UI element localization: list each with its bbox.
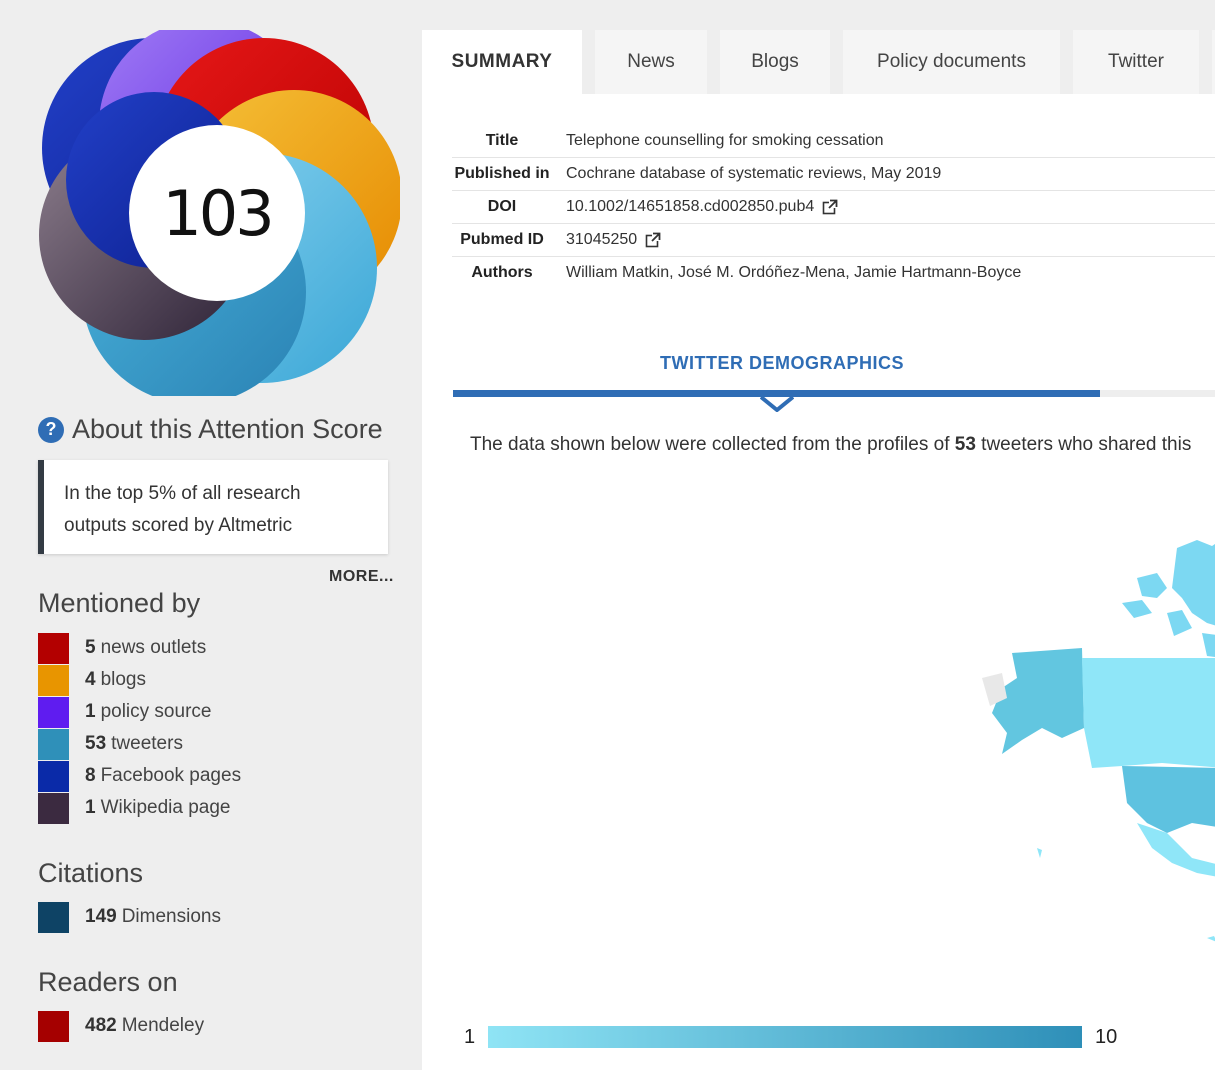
- mention-count: 53: [85, 733, 107, 754]
- legend-min-label: 1: [464, 1026, 476, 1048]
- meta-label-title: Title: [485, 132, 519, 149]
- mention-text: 482 Mendeley: [85, 1015, 204, 1037]
- meta-value-authors: William Matkin, José M. Ordóñez-Mena, Ja…: [566, 264, 1022, 281]
- mention-swatch: [38, 664, 69, 696]
- tab-blogs[interactable]: Blogs: [720, 30, 830, 94]
- mention-label: news outlets: [100, 637, 207, 658]
- mention-count: 1: [85, 701, 96, 722]
- mentioned-by-heading: Mentioned by: [38, 588, 201, 618]
- meta-label-pubmed: Pubmed ID: [460, 231, 544, 248]
- mention-item[interactable]: 4 blogs: [38, 664, 241, 696]
- mention-label: blogs: [100, 669, 146, 690]
- mention-item[interactable]: 149 Dimensions: [38, 901, 221, 933]
- mention-text: 53 tweeters: [85, 733, 183, 755]
- meta-row-published: Published in Cochrane database of system…: [452, 158, 1215, 191]
- attention-score: 103: [162, 176, 274, 250]
- tab-twitter[interactable]: Twitter: [1073, 30, 1199, 94]
- meta-row-doi: DOI 10.1002/14651858.cd002850.pub4: [452, 191, 1215, 224]
- mention-item[interactable]: 5 news outlets: [38, 632, 241, 664]
- twitter-demographics-heading: TWITTER DEMOGRAPHICS: [660, 353, 904, 373]
- doi-link[interactable]: 10.1002/14651858.cd002850.pub4: [566, 198, 814, 216]
- mention-count: 5: [85, 637, 96, 658]
- mention-item[interactable]: 8 Facebook pages: [38, 760, 241, 792]
- mention-text: 149 Dimensions: [85, 906, 221, 928]
- meta-label-doi: DOI: [487, 198, 517, 215]
- citation-list: 149 Dimensions: [38, 901, 221, 933]
- meta-row-title: Title Telephone counselling for smoking …: [452, 125, 1215, 158]
- mention-text: 8 Facebook pages: [85, 765, 241, 787]
- help-icon: ?: [38, 416, 64, 443]
- demographics-text-post: tweeters who shared this: [975, 434, 1192, 455]
- altmetric-donut[interactable]: 103: [34, 30, 400, 396]
- reader-list: 482 Mendeley: [38, 1010, 204, 1042]
- mention-count: 482: [85, 1015, 117, 1036]
- mention-list: 5 news outlets 4 blogs 1 policy source 53 tweet…: [38, 632, 241, 824]
- tab-news[interactable]: News: [595, 30, 707, 94]
- meta-value-published: Cochrane database of systematic reviews,…: [566, 165, 942, 182]
- mention-label: Dimensions: [121, 906, 221, 927]
- legend-max-label: 10: [1095, 1026, 1118, 1048]
- mention-swatch: [38, 901, 69, 933]
- mention-swatch: [38, 728, 69, 760]
- mention-swatch: [38, 632, 69, 664]
- about-score-label: About this Attention Score: [72, 414, 383, 444]
- mention-count: 4: [85, 669, 96, 690]
- world-map[interactable]: [962, 518, 1215, 978]
- mention-swatch: [38, 696, 69, 728]
- tab-summary[interactable]: SUMMARY: [422, 30, 582, 94]
- mention-count: 1: [85, 797, 96, 818]
- chevron-down-icon: [760, 396, 794, 412]
- mention-swatch: [38, 1010, 69, 1042]
- mention-text: 4 blogs: [85, 669, 146, 691]
- mention-label: Mendeley: [121, 1015, 205, 1036]
- demographics-description: The data shown below were collected from…: [470, 434, 1191, 456]
- tab-bar: SUMMARY News Blogs Policy documents Twit…: [422, 8, 1215, 94]
- mention-item[interactable]: 1 policy source: [38, 696, 241, 728]
- meta-value-doi: 10.1002/14651858.cd002850.pub4: [552, 198, 839, 216]
- mention-label: policy source: [100, 701, 212, 722]
- meta-value-pubmed: 31045250: [552, 231, 662, 249]
- mention-swatch: [38, 792, 69, 824]
- mention-item[interactable]: 482 Mendeley: [38, 1010, 204, 1042]
- score-context-box: In the top 5% of all research outputs sc…: [38, 460, 388, 554]
- mention-count: 8: [85, 765, 96, 786]
- about-score-link[interactable]: ? About this Attention Score: [38, 414, 383, 445]
- mention-label: tweeters: [111, 733, 183, 754]
- meta-row-authors: Authors William Matkin, José M. Ordóñez-…: [452, 257, 1215, 289]
- meta-label-authors: Authors: [471, 264, 533, 281]
- mention-text: 1 Wikipedia page: [85, 797, 231, 819]
- mention-text: 1 policy source: [85, 701, 211, 723]
- tab-policy-documents[interactable]: Policy documents: [843, 30, 1060, 94]
- external-link-icon[interactable]: [645, 232, 662, 248]
- mention-item[interactable]: 1 Wikipedia page: [38, 792, 241, 824]
- meta-row-pubmed: Pubmed ID 31045250: [452, 224, 1215, 257]
- metadata-table: Title Telephone counselling for smoking …: [452, 125, 1215, 289]
- mention-label: Wikipedia page: [100, 797, 231, 818]
- sidebar: 103 ? About this Attention Score In the …: [6, 8, 414, 1070]
- citations-heading: Citations: [38, 858, 144, 888]
- meta-label-published: Published in: [454, 165, 550, 182]
- readers-heading: Readers on: [38, 967, 178, 997]
- meta-value-title: Telephone counselling for smoking cessat…: [566, 132, 884, 149]
- legend-gradient-bar: [488, 1026, 1082, 1048]
- external-link-icon[interactable]: [822, 199, 839, 215]
- mention-label: Facebook pages: [100, 765, 242, 786]
- demographics-text-pre: The data shown below were collected from…: [470, 434, 955, 455]
- mention-count: 149: [85, 906, 117, 927]
- mention-item[interactable]: 53 tweeters: [38, 728, 241, 760]
- mention-text: 5 news outlets: [85, 637, 206, 659]
- pubmed-link[interactable]: 31045250: [566, 231, 637, 249]
- main-panel: SUMMARY News Blogs Policy documents Twit…: [422, 8, 1215, 1070]
- more-link[interactable]: MORE...: [329, 568, 394, 586]
- demographics-count: 53: [954, 434, 976, 455]
- mention-swatch: [38, 760, 69, 792]
